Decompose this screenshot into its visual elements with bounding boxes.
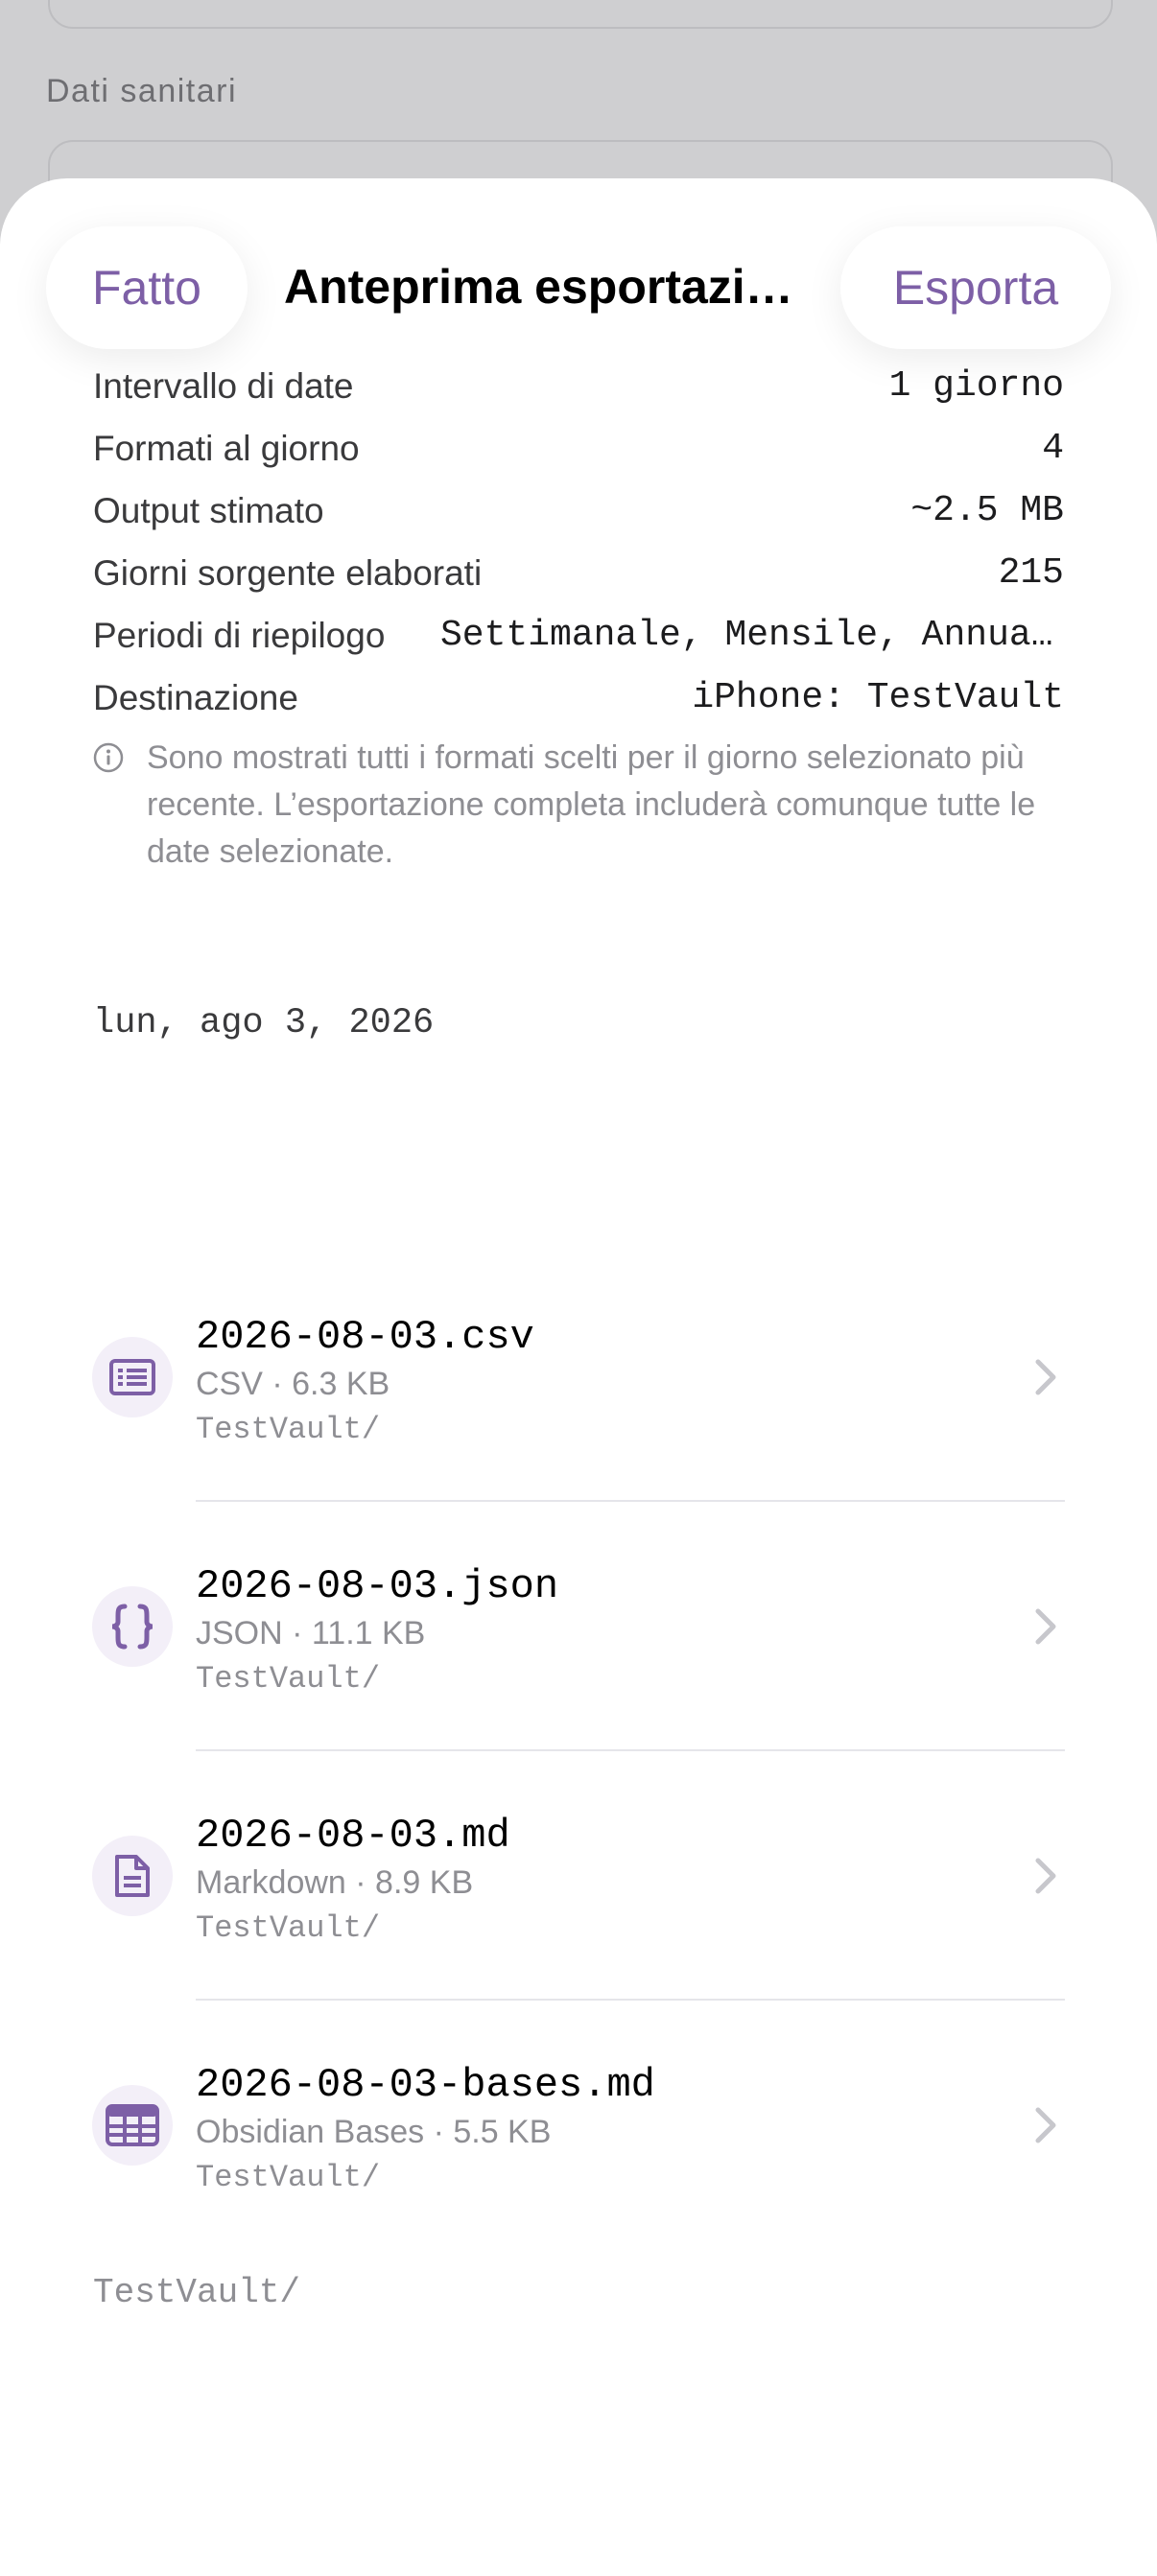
table-icon	[106, 2104, 159, 2146]
chevron-right-icon	[1035, 1858, 1056, 1894]
file-icon-badge	[92, 1836, 173, 1916]
summary-row-destination: Destinazione iPhone: TestVault	[93, 667, 1064, 729]
sheet-title: Anteprima esportazione	[284, 260, 802, 314]
file-meta: Obsidian Bases · 5.5 KB	[196, 2114, 552, 2150]
file-path: TestVault/	[196, 1910, 381, 1946]
chevron-right-icon	[1035, 1608, 1056, 1645]
summary-label: Giorni sorgente elaborati	[93, 552, 483, 593]
summary-label: Intervallo di date	[93, 365, 354, 406]
file-row-markdown[interactable]: 2026-08-03.md Markdown · 8.9 KB TestVaul…	[0, 1734, 1157, 1983]
footer-path: TestVault/	[93, 2273, 301, 2312]
file-meta: JSON · 11.1 KB	[196, 1615, 426, 1651]
info-note: Sono mostrati tutti i formati scelti per…	[93, 735, 1064, 876]
list-icon	[109, 1359, 155, 1395]
file-meta: CSV · 6.3 KB	[196, 1366, 390, 1402]
summary-value: iPhone: TestVault	[692, 677, 1064, 718]
file-name: 2026-08-03.csv	[196, 1314, 534, 1360]
summary-label: Periodi di riepilogo	[93, 615, 386, 655]
file-path: TestVault/	[196, 2160, 381, 2195]
braces-icon	[111, 1604, 153, 1650]
file-icon-badge	[92, 1586, 173, 1667]
date-header: lun, ago 3, 2026	[93, 1003, 435, 1043]
file-icon-badge	[92, 2085, 173, 2166]
summary-value: 1 giorno	[888, 365, 1064, 407]
chevron-right-icon	[1035, 1359, 1056, 1395]
summary-row-output: Output stimato ~2.5 MB	[93, 480, 1064, 542]
file-path: TestVault/	[196, 1661, 381, 1697]
export-button[interactable]: Esporta	[840, 226, 1111, 349]
file-name: 2026-08-03-bases.md	[196, 2062, 655, 2108]
info-icon	[93, 742, 124, 773]
file-name: 2026-08-03.md	[196, 1813, 510, 1859]
chevron-right-icon	[1035, 2107, 1056, 2143]
info-note-text: Sono mostrati tutti i formati scelti per…	[147, 739, 1036, 870]
summary-label: Formati al giorno	[93, 428, 360, 468]
summary-value: 4	[1042, 428, 1064, 469]
summary-label: Output stimato	[93, 490, 324, 530]
file-meta: Markdown · 8.9 KB	[196, 1864, 474, 1901]
summary-value: ~2.5 MB	[910, 490, 1064, 531]
summary-row-formats: Formati al giorno 4	[93, 417, 1064, 480]
file-row-json[interactable]: 2026-08-03.json JSON · 11.1 KB TestVault…	[0, 1485, 1157, 1734]
summary-row-periods: Periodi di riepilogo Settimanale, Mensil…	[93, 604, 1064, 667]
file-row-csv[interactable]: 2026-08-03.csv CSV · 6.3 KB TestVault/	[0, 1235, 1157, 1485]
file-row-bases[interactable]: 2026-08-03-bases.md Obsidian Bases · 5.5…	[0, 1983, 1157, 2233]
file-name: 2026-08-03.json	[196, 1563, 559, 1609]
file-icon-badge	[92, 1337, 173, 1417]
done-button[interactable]: Fatto	[46, 226, 248, 349]
background-card	[48, 0, 1113, 29]
file-path: TestVault/	[196, 1412, 381, 1447]
summary-value: 215	[998, 552, 1064, 594]
summary-row-date-range: Intervallo di date 1 giorno	[93, 355, 1064, 417]
summary-value: Settimanale, Mensile, Annuale	[440, 615, 1064, 656]
document-icon	[115, 1855, 150, 1897]
summary-row-source-days: Giorni sorgente elaborati 215	[93, 542, 1064, 604]
summary-label: Destinazione	[93, 677, 298, 717]
background-section-label: Dati sanitari	[46, 73, 238, 109]
summary-list: Intervallo di date 1 giorno Formati al g…	[93, 355, 1064, 729]
